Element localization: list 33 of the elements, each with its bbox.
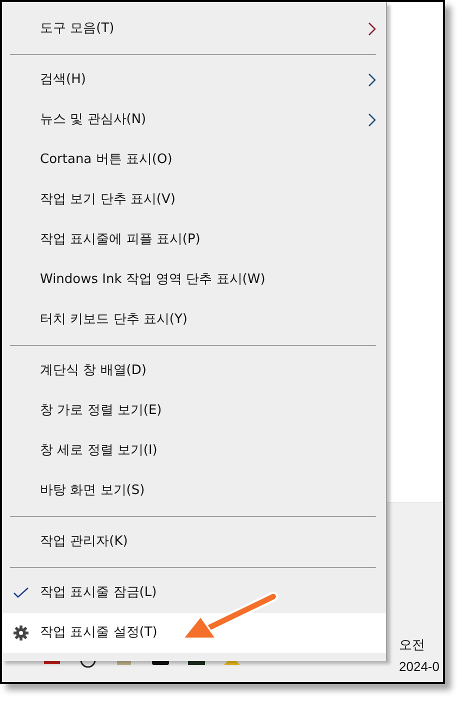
menu-item-label: 작업 표시줄에 피플 표시(P) bbox=[40, 232, 202, 248]
clock-time: 오전 bbox=[399, 636, 426, 654]
menu-item-label: 계단식 창 배열(D) bbox=[40, 363, 148, 379]
menu-item-label: 작업 보기 단추 표시(V) bbox=[40, 192, 176, 208]
menu-item[interactable]: 터치 키보드 단추 표시(Y) bbox=[2, 300, 386, 340]
menu-item-label: Windows Ink 작업 영역 단추 표시(W) bbox=[40, 272, 266, 288]
menu-item[interactable]: 창 가로 정렬 보기(E) bbox=[2, 391, 386, 431]
menu-item-label: 창 세로 정렬 보기(I) bbox=[40, 443, 158, 459]
menu-item[interactable]: 도구 모음(T) bbox=[2, 9, 386, 49]
menu-item[interactable]: 뉴스 및 관심사(N) bbox=[2, 100, 386, 140]
menu-item[interactable]: 창 세로 정렬 보기(I) bbox=[2, 431, 386, 471]
menu-item-label: 검색(H) bbox=[40, 72, 87, 88]
clock[interactable]: 오전 2024-0 bbox=[399, 632, 443, 678]
menu-item[interactable]: Windows Ink 작업 영역 단추 표시(W) bbox=[2, 260, 386, 300]
menu-item-label: 바탕 화면 보기(S) bbox=[40, 483, 146, 499]
menu-item[interactable]: 작업 관리자(K) bbox=[2, 522, 386, 562]
menu-item[interactable]: 작업 표시줄 잠금(L) bbox=[2, 573, 386, 613]
menu-item-label: 작업 표시줄 잠금(L) bbox=[40, 585, 158, 601]
menu-item[interactable]: Cortana 버튼 표시(O) bbox=[2, 140, 386, 180]
menu-item-label: Cortana 버튼 표시(O) bbox=[40, 152, 174, 168]
menu-item[interactable]: 작업 보기 단추 표시(V) bbox=[2, 180, 386, 220]
menu-item-label: 도구 모음(T) bbox=[40, 21, 116, 37]
menu-item[interactable]: 검색(H) bbox=[2, 60, 386, 100]
clock-date: 2024-0 bbox=[399, 658, 440, 676]
menu-item[interactable]: 작업 표시줄에 피플 표시(P) bbox=[2, 220, 386, 260]
menu-item[interactable]: 계단식 창 배열(D) bbox=[2, 351, 386, 391]
menu-item-label: 창 가로 정렬 보기(E) bbox=[40, 403, 163, 419]
menu-item-label: 뉴스 및 관심사(N) bbox=[40, 112, 148, 128]
menu-item[interactable]: 작업 표시줄 설정(T) bbox=[2, 613, 386, 653]
menu-item-label: 터치 키보드 단추 표시(Y) bbox=[40, 312, 188, 328]
menu-item[interactable]: 바탕 화면 보기(S) bbox=[2, 471, 386, 511]
menu-item-label: 작업 표시줄 설정(T) bbox=[40, 625, 158, 641]
menu-item-label: 작업 관리자(K) bbox=[40, 534, 129, 550]
